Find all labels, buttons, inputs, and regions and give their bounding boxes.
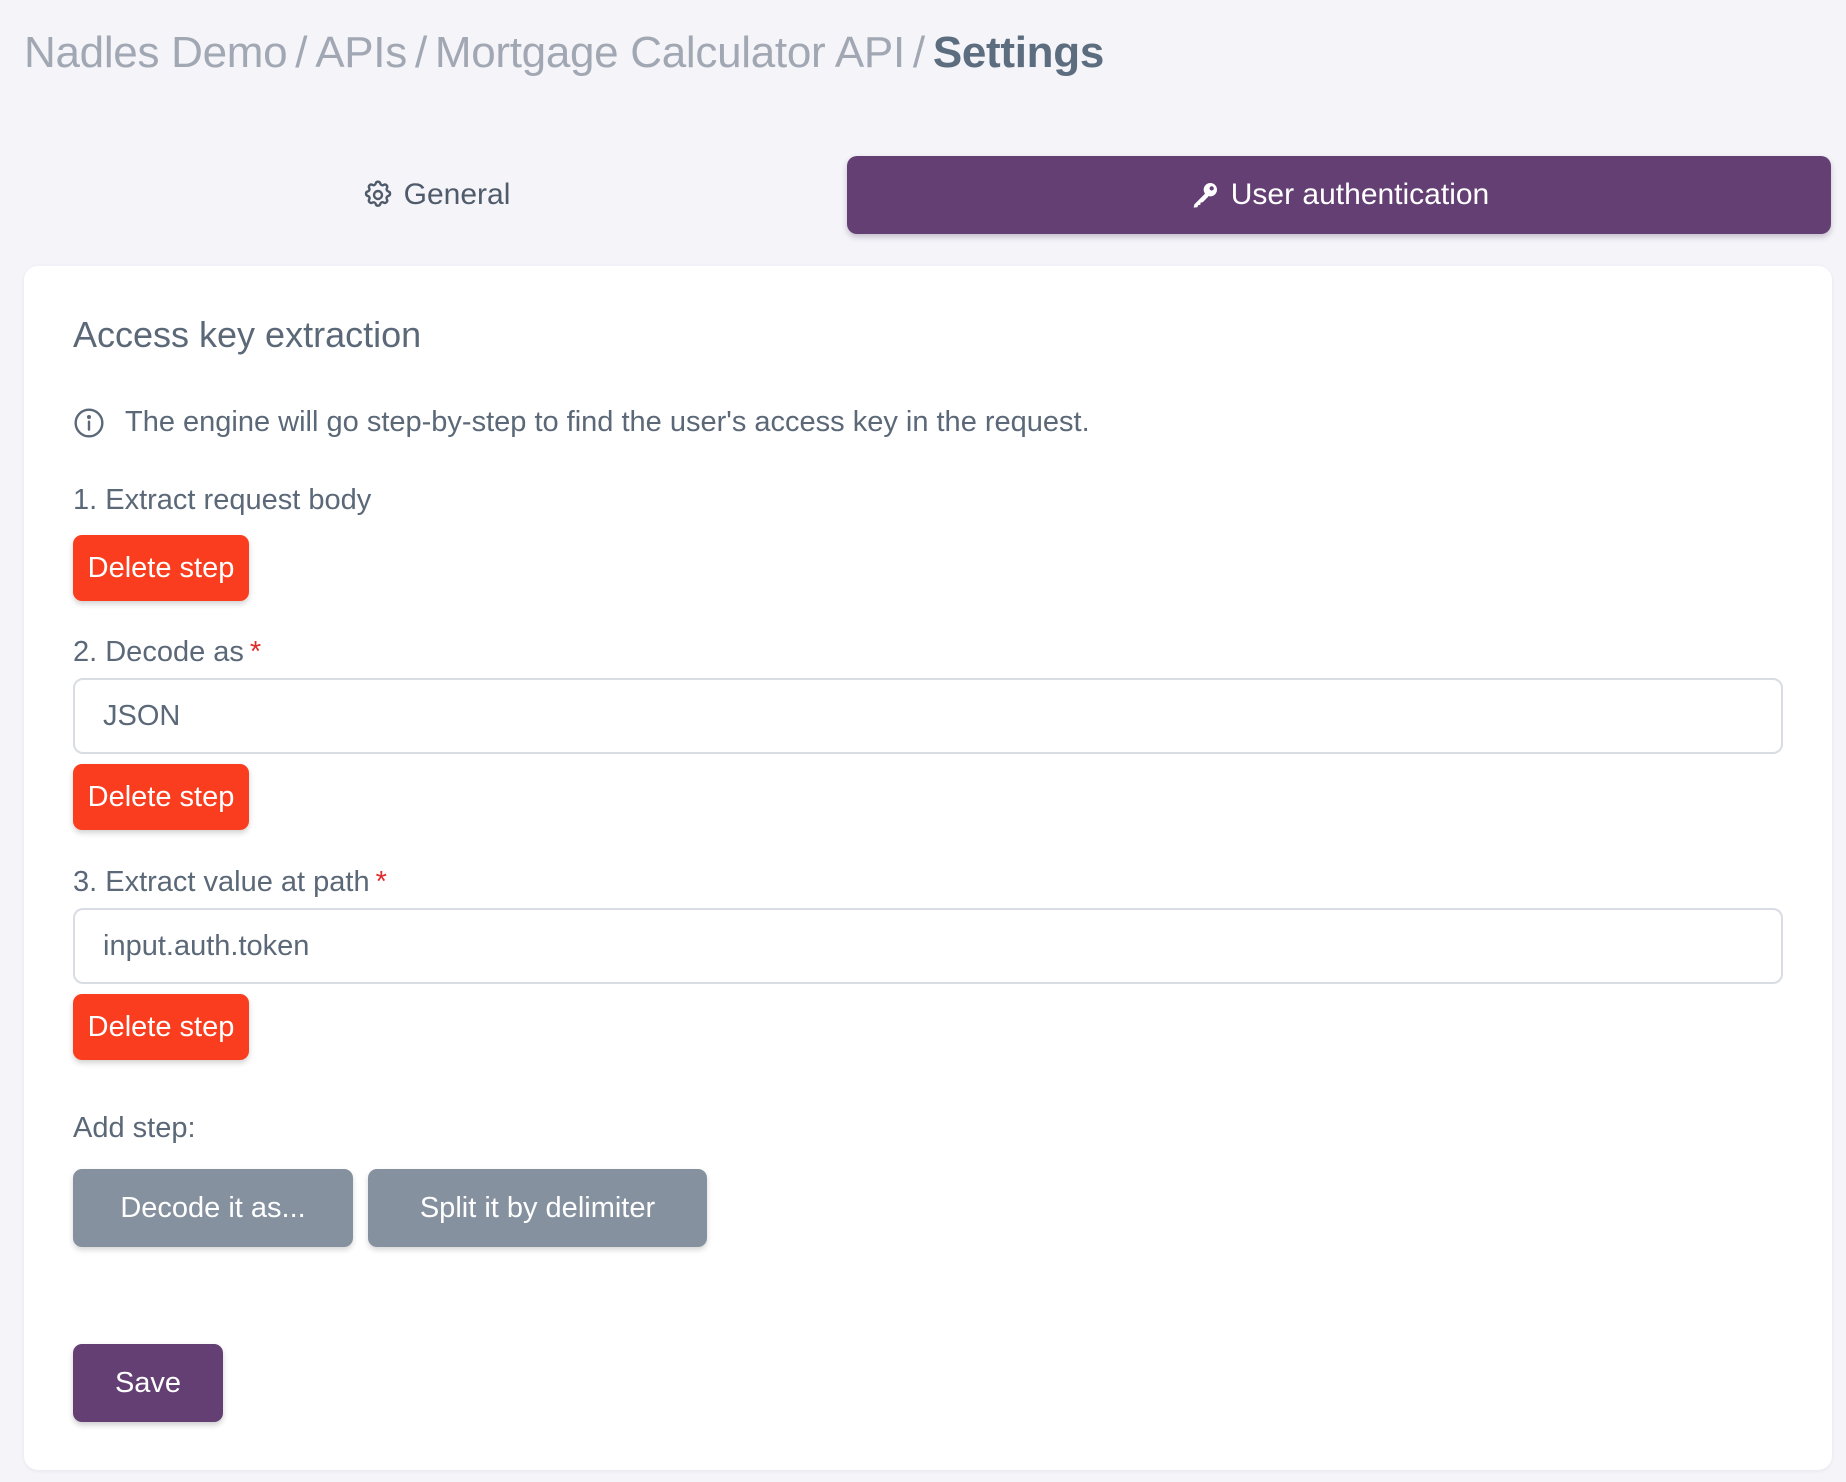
section-title: Access key extraction (73, 314, 422, 355)
step-2-delete-button[interactable]: Delete step (73, 764, 249, 830)
tab-general[interactable]: General (24, 156, 848, 234)
split-by-delimiter-button[interactable]: Split it by delimiter (368, 1169, 707, 1247)
tab-general-label: General (403, 178, 511, 211)
info-icon (73, 407, 105, 439)
extract-path-field[interactable] (73, 908, 1783, 984)
tab-user-authentication[interactable]: User authentication (847, 156, 1831, 234)
settings-card: Access key extraction The engine will go… (24, 266, 1832, 1470)
info-message: The engine will go step-by-step to find … (73, 406, 1090, 439)
save-button[interactable]: Save (73, 1344, 223, 1422)
add-step-label: Add step: (73, 1112, 196, 1144)
tab-user-authentication-label: User authentication (1230, 178, 1490, 211)
step-1-delete-button[interactable]: Delete step (73, 535, 249, 601)
decode-it-as-button[interactable]: Decode it as... (73, 1169, 353, 1247)
breadcrumb-item-api[interactable]: Mortgage Calculator API (435, 28, 905, 77)
key-icon (1189, 179, 1221, 211)
step-3-label: 3. Extract value at path * (73, 866, 387, 898)
page-title: Settings (932, 28, 1105, 77)
gear-icon (362, 179, 394, 211)
step-3-delete-button[interactable]: Delete step (73, 994, 249, 1060)
breadcrumb-separator: / (414, 28, 427, 77)
step-2-label: 2. Decode as * (73, 636, 262, 668)
required-marker: * (249, 636, 262, 668)
breadcrumb-separator: / (295, 28, 308, 77)
settings-tabs: General User authentication (24, 156, 1832, 234)
breadcrumb-item-apis[interactable]: APIs (315, 28, 407, 77)
decode-as-field[interactable] (73, 678, 1783, 754)
breadcrumb-item-org[interactable]: Nadles Demo (24, 28, 288, 77)
breadcrumb: Nadles Demo / APIs / Mortgage Calculator API… (24, 28, 1104, 78)
breadcrumb-separator: / (912, 28, 925, 77)
step-1-label: 1. Extract request body (73, 484, 372, 516)
required-marker: * (375, 866, 387, 898)
info-text: The engine will go step-by-step to find … (125, 406, 1090, 438)
